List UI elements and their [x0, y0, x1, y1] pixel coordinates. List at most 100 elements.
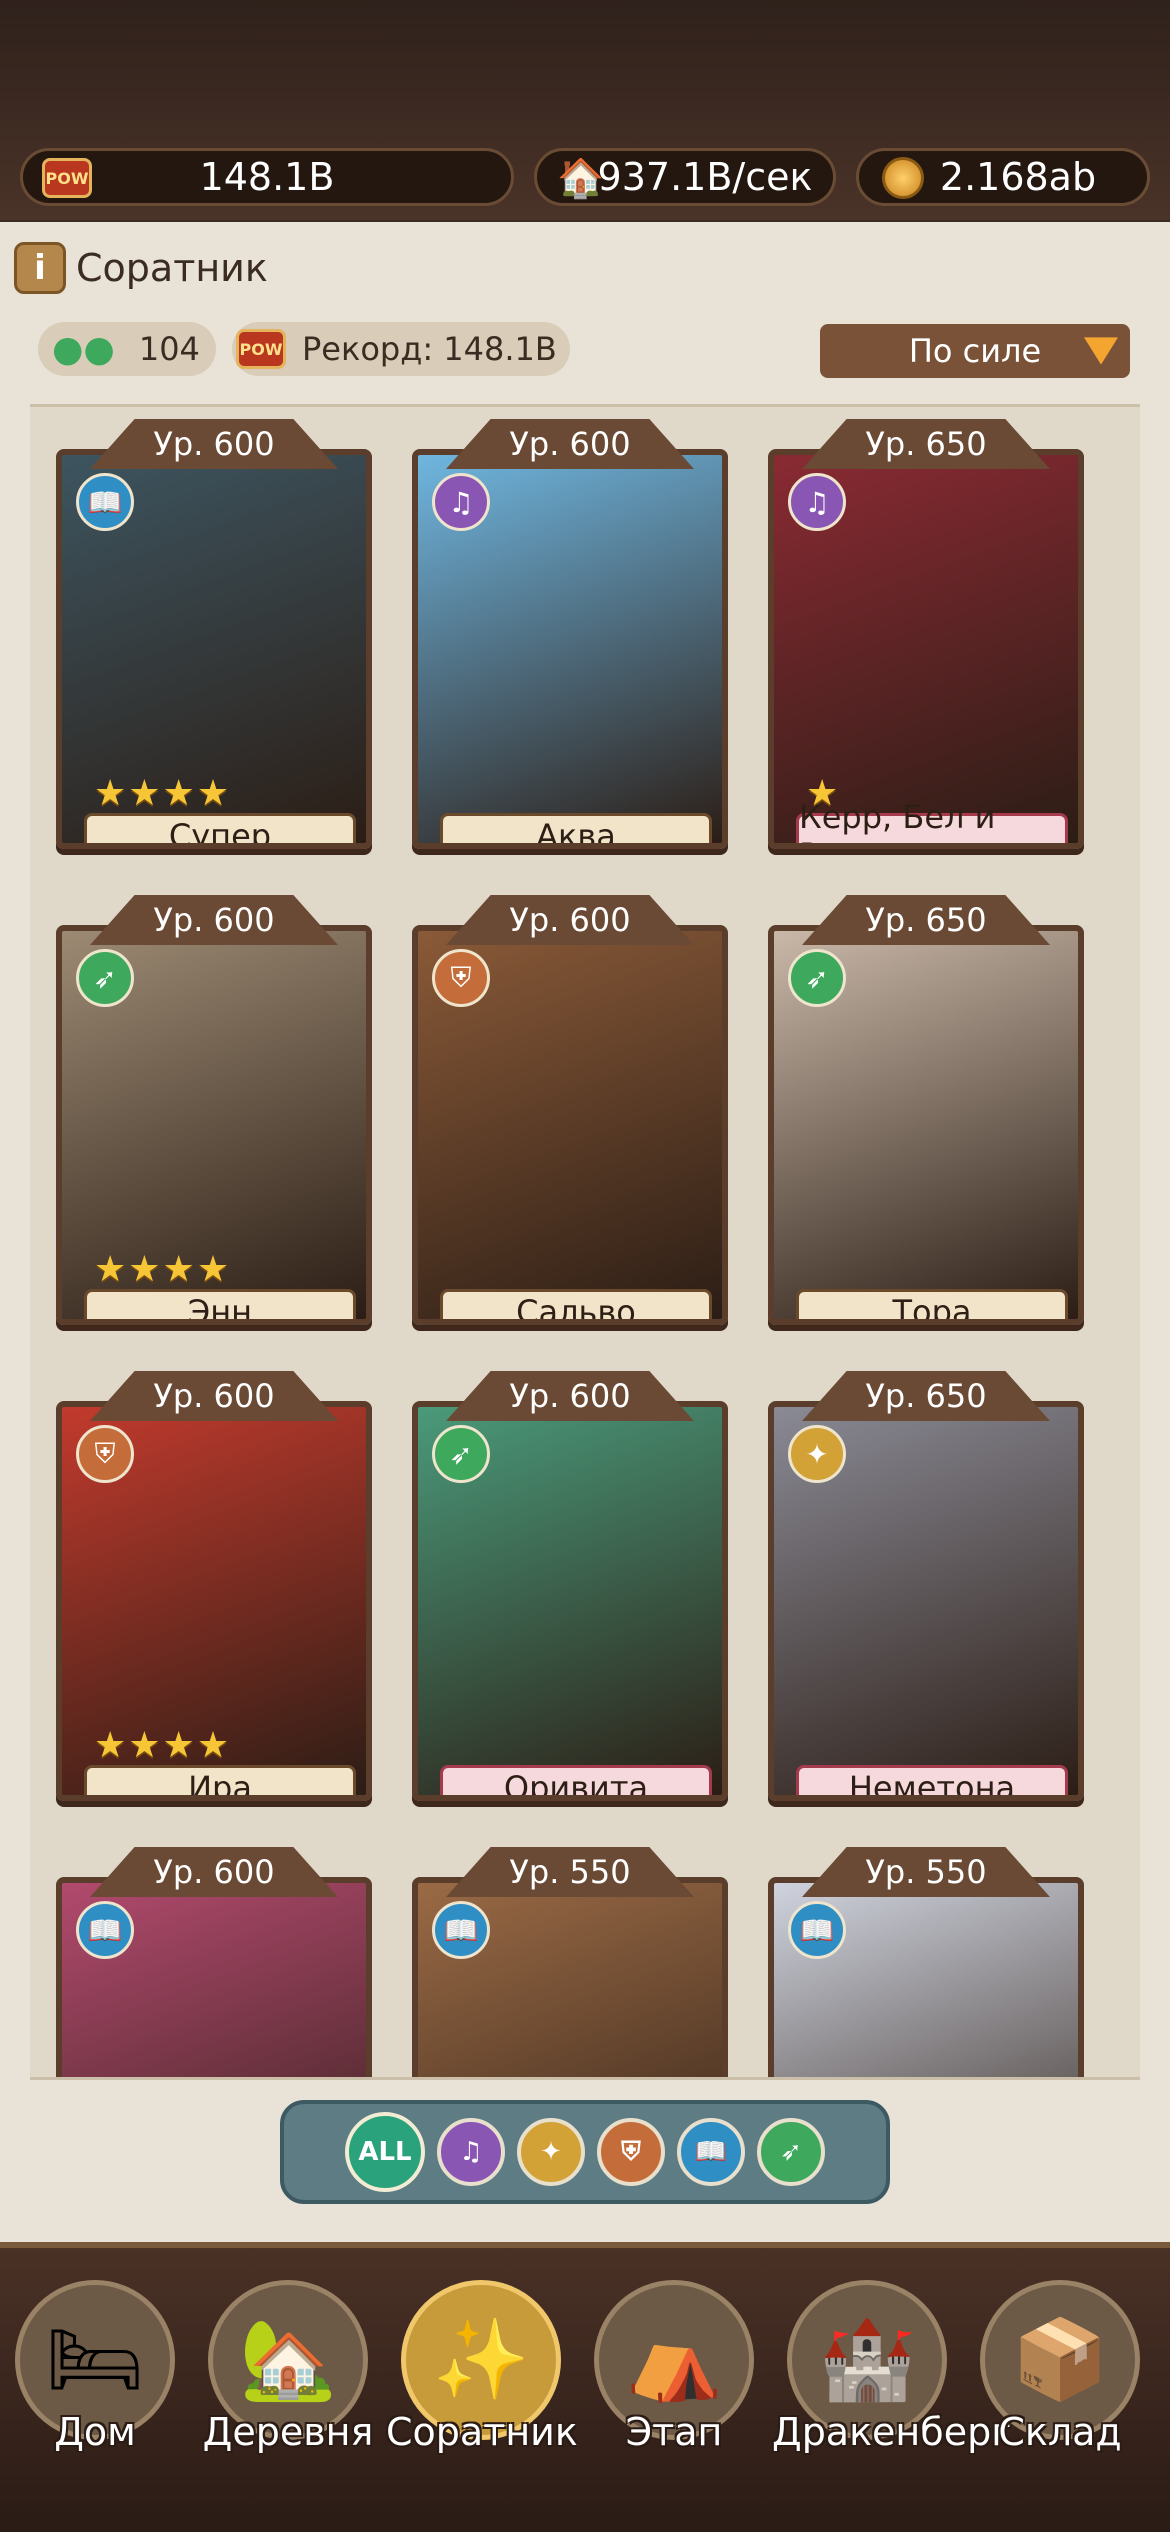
income-value: 937.1B/сек	[597, 155, 813, 199]
companion-portrait: 📖	[56, 1877, 372, 2077]
companion-name: Сальво	[440, 1289, 712, 1319]
power-display: POW 148.1B	[20, 148, 514, 206]
level-label: Ур. 600	[446, 1371, 694, 1421]
nav-label: Склад	[998, 2410, 1122, 2454]
companion-card[interactable]: ⛨ ★★★★ Ира Ур. 600	[56, 1371, 372, 1803]
companion-card[interactable]: 📖 Ур. 550	[412, 1847, 728, 2077]
companion-count-value: 104	[138, 330, 200, 368]
companion-card[interactable]: 📖 ★★★★ Супер Ур. 600	[56, 419, 372, 851]
companion-portrait: ➶ ★★★★ Энн	[56, 925, 372, 1325]
level-label: Ур. 650	[802, 895, 1050, 945]
companion-portrait: ✦ Неметона	[768, 1401, 1084, 1801]
companion-card[interactable]: ♫★Керр, Бел и РоссУр. 650	[768, 419, 1084, 851]
companion-portrait: 📖 ★★★★ Супер	[56, 449, 372, 849]
filter-shield-icon[interactable]: ⛨	[597, 2118, 665, 2186]
companion-name: Энн	[84, 1289, 356, 1319]
companion-portrait: ➶ Оривита	[412, 1401, 728, 1801]
level-label: Ур. 600	[446, 419, 694, 469]
info-icon[interactable]: i	[14, 242, 66, 294]
level-label: Ур. 600	[90, 895, 338, 945]
companion-card[interactable]: ➶ ★★★★ Энн Ур. 600	[56, 895, 372, 1327]
nav-item[interactable]: 📦 Склад	[965, 2260, 1155, 2510]
companion-name: Неметона	[796, 1765, 1068, 1795]
companion-card[interactable]: 📖 Ур. 600	[56, 1847, 372, 2077]
companion-card[interactable]: ➶ Тора Ур. 650	[768, 895, 1084, 1327]
star-rating: ★★★★	[94, 1725, 232, 1766]
lyre-icon: ♫	[788, 473, 846, 531]
level-label: Ур. 600	[446, 895, 694, 945]
filter-book-icon[interactable]: 📖	[677, 2118, 745, 2186]
companion-panel: i Соратник ●● 104 POW Рекорд: 148.1B По …	[0, 222, 1170, 2242]
companion-name: Керр, Бел и Росс	[796, 798, 1068, 843]
companion-name: Тора	[796, 1289, 1068, 1319]
sort-label: По силе	[908, 332, 1042, 370]
sort-dropdown[interactable]: По силе	[820, 324, 1130, 378]
nav-item[interactable]: ✨ Соратник	[386, 2260, 578, 2510]
level-label: Ур. 650	[802, 1371, 1050, 1421]
nav-label: Деревня	[202, 2410, 374, 2454]
companion-portrait: ➶ Тора	[768, 925, 1084, 1325]
house-coin-icon: 🏠	[557, 156, 605, 200]
filter-wing-icon[interactable]: ➶	[757, 2118, 825, 2186]
star-rating: ★★★★	[94, 773, 232, 814]
wing-icon: ➶	[432, 1425, 490, 1483]
pow-badge: POW	[42, 158, 92, 198]
companion-portrait: ⛨ Сальво	[412, 925, 728, 1325]
companion-name: Оривита	[440, 1765, 712, 1795]
book-icon: 📖	[788, 1901, 846, 1959]
level-label: Ур. 600	[90, 1847, 338, 1897]
companion-portrait: ⛨ ★★★★ Ира	[56, 1401, 372, 1801]
shield-icon: ⛨	[76, 1425, 134, 1483]
level-label: Ур. 550	[446, 1847, 694, 1897]
title-row: i Соратник	[14, 238, 268, 298]
bottom-navigation: 🛏 Дом 🏡 Деревня ✨ Соратник ⛺ Этап 🏰 Дракенберг 📦 Ск…	[0, 2242, 1170, 2532]
level-label: Ур. 600	[90, 1371, 338, 1421]
nav-item[interactable]: 🛏 Дом	[0, 2260, 190, 2510]
companion-card[interactable]: ♫ Аква Ур. 600	[412, 419, 728, 851]
top-resource-bar: POW 148.1B 🏠 937.1B/сек 2.168ab	[0, 0, 1170, 220]
level-label: Ур. 550	[802, 1847, 1050, 1897]
companion-card[interactable]: ✦ Неметона Ур. 650	[768, 1371, 1084, 1803]
record-value: Рекорд: 148.1B	[302, 330, 557, 368]
people-icon: ●●	[52, 328, 115, 370]
coin-icon	[877, 155, 929, 201]
nav-label: Этап	[625, 2410, 723, 2454]
companion-count: ●● 104	[38, 322, 216, 376]
chevron-down-icon	[1084, 337, 1118, 365]
broom-icon: ✦	[788, 1425, 846, 1483]
page-title: Соратник	[76, 246, 268, 290]
role-filter-bar: ALL ♫ ✦ ⛨ 📖 ➶	[280, 2100, 890, 2204]
companion-card[interactable]: ⛨ Сальво Ур. 600	[412, 895, 728, 1327]
companion-portrait: 📖	[412, 1877, 728, 2077]
currency-value: 2.168ab	[939, 155, 1097, 199]
wing-icon: ➶	[788, 949, 846, 1007]
book-icon: 📖	[76, 1901, 134, 1959]
filter-broom-icon[interactable]: ✦	[517, 2118, 585, 2186]
nav-label: Соратник	[386, 2410, 578, 2454]
book-icon: 📖	[76, 473, 134, 531]
pow-icon: POW	[41, 155, 93, 201]
record-display: POW Рекорд: 148.1B	[232, 322, 570, 376]
companion-portrait: ♫★Керр, Бел и Росс	[768, 449, 1084, 849]
filter-lyre-icon[interactable]: ♫	[437, 2118, 505, 2186]
wing-icon: ➶	[76, 949, 134, 1007]
nav-item[interactable]: 🏰 Дракенберг	[772, 2260, 1012, 2510]
level-label: Ур. 650	[802, 419, 1050, 469]
companion-name: Аква	[440, 813, 712, 843]
companion-card[interactable]: 📖 Ур. 550	[768, 1847, 1084, 2077]
companion-name: Супер	[84, 813, 356, 843]
power-value: 148.1B	[199, 155, 335, 199]
filter-all-button[interactable]: ALL	[345, 2112, 425, 2192]
companion-portrait: 📖	[768, 1877, 1084, 2077]
income-display: 🏠 937.1B/сек	[534, 148, 836, 206]
nav-item[interactable]: 🏡 Деревня	[193, 2260, 383, 2510]
shield-icon: ⛨	[432, 949, 490, 1007]
nav-label: Дракенберг	[772, 2410, 1012, 2454]
companion-card[interactable]: ➶ Оривита Ур. 600	[412, 1371, 728, 1803]
book-icon: 📖	[432, 1901, 490, 1959]
companion-grid[interactable]: 📖 ★★★★ Супер Ур. 600 ♫ Аква Ур. 600 ♫ ★ Керр, Бел…	[30, 404, 1140, 2080]
lyre-icon: ♫	[432, 473, 490, 531]
currency-display: 2.168ab	[856, 148, 1150, 206]
nav-item[interactable]: ⛺ Этап	[579, 2260, 769, 2510]
pow-icon: POW	[236, 329, 286, 369]
